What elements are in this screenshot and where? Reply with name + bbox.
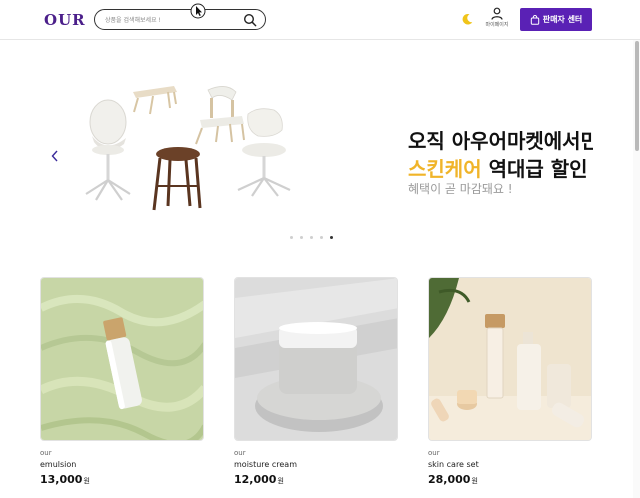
search-bar[interactable] xyxy=(94,9,266,30)
product-price: 28,000원 xyxy=(428,473,594,486)
cursor-icon xyxy=(190,3,206,19)
mypage-label: 마이페이지 xyxy=(485,22,509,28)
carousel-dot[interactable] xyxy=(300,236,303,239)
price-value: 13,000 xyxy=(40,473,83,486)
product-card[interactable]: our moisture cream 12,000원 xyxy=(234,277,400,486)
banner-subheadline-rest: 역대급 할인 xyxy=(488,157,588,181)
seller-button-label: 판매자 센터 xyxy=(542,15,583,24)
seller-center-button[interactable]: 판매자 센터 xyxy=(520,8,592,31)
product-image[interactable] xyxy=(40,277,204,441)
product-brand: our xyxy=(234,449,246,457)
product-image[interactable] xyxy=(234,277,398,441)
product-name[interactable]: emulsion xyxy=(40,460,206,469)
shopping-bag-icon xyxy=(530,14,539,25)
product-name[interactable]: moisture cream xyxy=(234,460,400,469)
banner-subheadline: 스킨케어 역대급 할인 xyxy=(408,153,588,182)
carousel-dot[interactable] xyxy=(310,236,313,239)
moon-icon[interactable] xyxy=(460,12,474,26)
product-image[interactable] xyxy=(428,277,592,441)
product-price: 12,000원 xyxy=(234,473,400,486)
price-value: 28,000 xyxy=(428,473,471,486)
product-price: 13,000원 xyxy=(40,473,206,486)
product-card[interactable]: our emulsion 13,000원 xyxy=(40,277,206,486)
banner-headline: 오직 아우어마켓에서만 xyxy=(408,129,593,153)
price-currency: 원 xyxy=(277,477,284,485)
search-icon[interactable] xyxy=(243,13,257,27)
product-name[interactable]: skin care set xyxy=(428,460,594,469)
user-icon xyxy=(491,7,503,20)
carousel-dot[interactable] xyxy=(320,236,323,239)
price-currency: 원 xyxy=(83,477,90,485)
product-brand: our xyxy=(428,449,440,457)
price-currency: 원 xyxy=(471,477,478,485)
logo[interactable]: OUR xyxy=(44,11,86,29)
banner-chairs-image xyxy=(85,86,291,211)
carousel-dots xyxy=(290,236,333,239)
product-card[interactable]: our skin care set 28,000원 xyxy=(428,277,594,486)
scrollbar-thumb[interactable] xyxy=(635,41,639,151)
price-value: 12,000 xyxy=(234,473,277,486)
banner-caption: 혜택이 곧 마감돼요 ! xyxy=(408,182,513,196)
mypage-button[interactable]: 마이페이지 xyxy=(484,7,510,33)
banner-highlight: 스킨케어 xyxy=(408,157,482,181)
search-input[interactable] xyxy=(105,13,240,27)
carousel-dot-active[interactable] xyxy=(330,236,333,239)
header: OUR 마이페이지 판매자 센터 xyxy=(0,0,640,40)
carousel-dot[interactable] xyxy=(290,236,293,239)
chevron-left-icon[interactable] xyxy=(50,150,60,162)
product-brand: our xyxy=(40,449,52,457)
